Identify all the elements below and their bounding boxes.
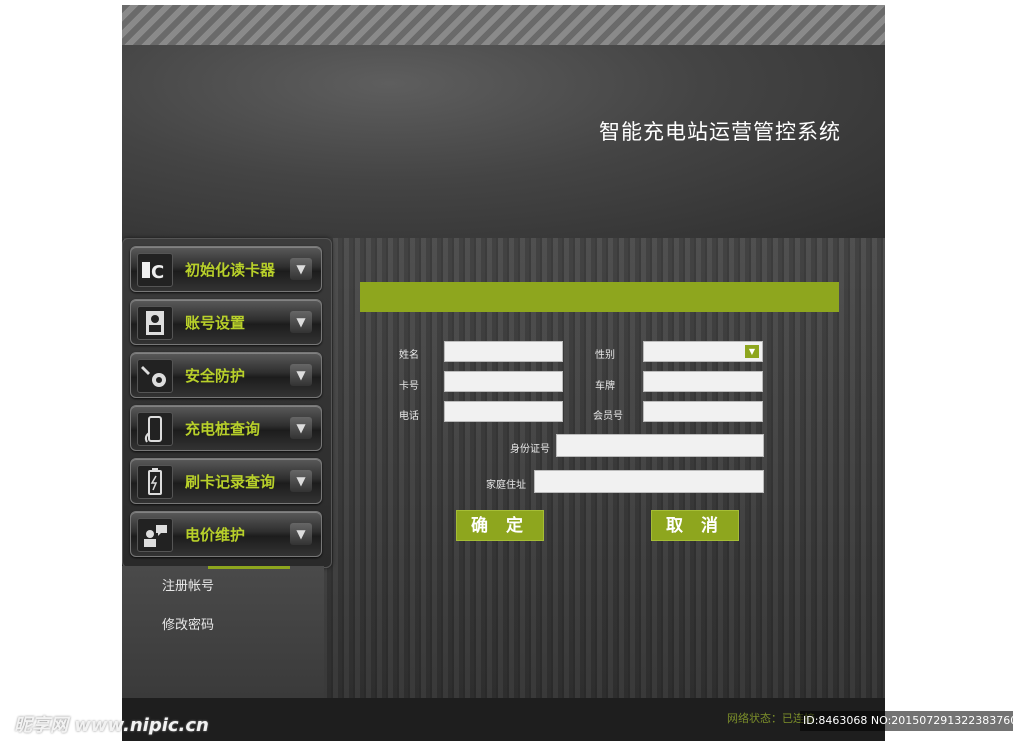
sidebar-item-label: 电价维护 <box>185 526 246 544</box>
sidebar-item-init-card-reader[interactable]: C 初始化读卡器 ▼ <box>130 246 322 292</box>
sidebar-item-label: 初始化读卡器 <box>185 261 276 279</box>
gender-label: 性别 <box>595 350 615 361</box>
app-frame: 智能充电站运营管控系统 C 初始化读卡器 ▼ 账号设置 ▼ 安全防护 ▼ 充电桩… <box>122 5 885 741</box>
submenu-panel: 注册帐号 修改密码 <box>122 566 324 698</box>
chevron-down-icon[interactable]: ▼ <box>290 258 312 280</box>
card-number-field[interactable] <box>444 371 563 392</box>
submenu-item-change-password[interactable]: 修改密码 <box>162 614 214 633</box>
header-banner: 智能充电站运营管控系统 <box>122 45 885 238</box>
name-label: 姓名 <box>399 350 419 361</box>
address-label: 家庭住址 <box>486 480 526 491</box>
plate-label: 车牌 <box>595 381 615 392</box>
battery-icon <box>137 465 173 499</box>
name-field[interactable] <box>444 341 563 362</box>
member-number-label: 会员号 <box>593 411 623 422</box>
chevron-down-icon[interactable]: ▼ <box>745 345 759 358</box>
confirm-button[interactable]: 确 定 <box>456 510 544 541</box>
chevron-down-icon[interactable]: ▼ <box>290 364 312 386</box>
plate-field[interactable] <box>643 371 763 392</box>
watermark-id: ID:8463068 NO:20150729132238376000 <box>800 711 1013 731</box>
phone-label: 电话 <box>399 411 419 422</box>
ic-card-icon: C <box>137 253 173 287</box>
sidebar-item-label: 刷卡记录查询 <box>185 473 276 491</box>
sidebar-item-price-maintenance[interactable]: 电价维护 ▼ <box>130 511 322 557</box>
id-number-label: 身份证号 <box>510 444 550 455</box>
charging-pile-icon <box>137 412 173 446</box>
member-number-field[interactable] <box>643 401 763 422</box>
sidebar-item-label: 账号设置 <box>185 314 246 332</box>
wrench-gear-icon <box>137 359 173 393</box>
sidebar-item-account-settings[interactable]: 账号设置 ▼ <box>130 299 322 345</box>
sidebar-menu: C 初始化读卡器 ▼ 账号设置 ▼ 安全防护 ▼ 充电桩查询 ▼ 刷卡记录查询 … <box>122 238 332 568</box>
sidebar-item-charging-pile-query[interactable]: 充电桩查询 ▼ <box>130 405 322 451</box>
chevron-down-icon[interactable]: ▼ <box>290 311 312 333</box>
gender-select[interactable]: ▼ <box>643 341 763 362</box>
sidebar-item-label: 充电桩查询 <box>185 420 261 438</box>
submenu-accent <box>208 566 290 569</box>
form-header-bar <box>360 282 839 312</box>
sidebar-item-card-swipe-records[interactable]: 刷卡记录查询 ▼ <box>130 458 322 504</box>
watermark-logo: 昵享网 www.nipic.cn <box>14 715 209 736</box>
footer-bar: 网络状态：已连接 <box>122 698 885 741</box>
address-field[interactable] <box>534 470 764 493</box>
card-number-label: 卡号 <box>399 381 419 392</box>
user-card-icon <box>137 306 173 340</box>
chevron-down-icon[interactable]: ▼ <box>290 470 312 492</box>
user-chat-icon <box>137 518 173 552</box>
top-stripe-bar <box>122 5 885 45</box>
sidebar-item-label: 安全防护 <box>185 367 246 385</box>
chevron-down-icon[interactable]: ▼ <box>290 417 312 439</box>
sidebar-item-security[interactable]: 安全防护 ▼ <box>130 352 322 398</box>
app-title: 智能充电站运营管控系统 <box>599 120 841 144</box>
chevron-down-icon[interactable]: ▼ <box>290 523 312 545</box>
phone-field[interactable] <box>444 401 563 422</box>
submenu-item-register-account[interactable]: 注册帐号 <box>162 575 214 594</box>
cancel-button[interactable]: 取 消 <box>651 510 739 541</box>
svg-text:C: C <box>151 262 164 283</box>
id-number-field[interactable] <box>556 434 764 457</box>
